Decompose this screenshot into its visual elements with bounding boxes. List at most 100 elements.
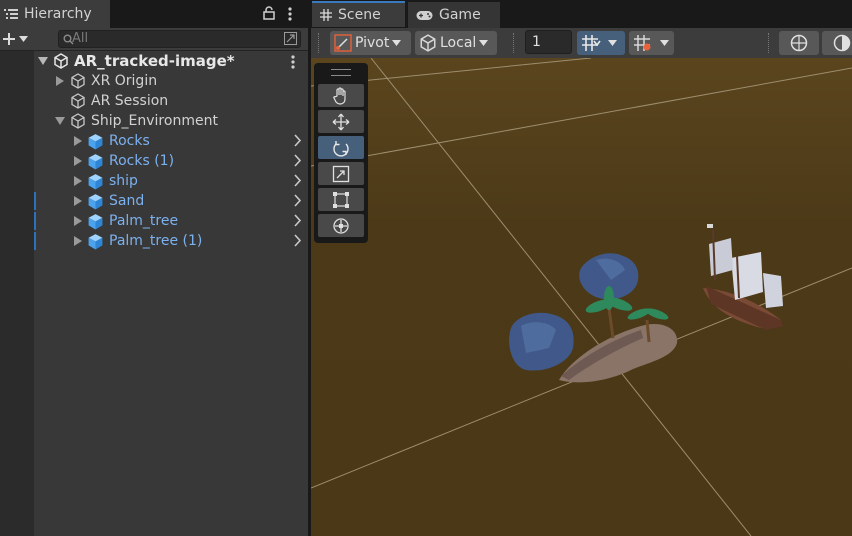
chevron-down-icon	[392, 40, 402, 46]
scale-tool[interactable]	[318, 162, 364, 185]
lock-icon[interactable]	[263, 6, 275, 20]
hierarchy-item-label: Ship_Environment	[91, 113, 218, 129]
tab-scene[interactable]: Scene	[312, 1, 405, 27]
shading-mode-button[interactable]	[822, 31, 852, 55]
expand-arrow-icon[interactable]	[55, 117, 65, 125]
hierarchy-item-label: Rocks	[109, 133, 150, 149]
scene-name: AR_tracked-image*	[74, 52, 235, 70]
list-icon	[4, 9, 18, 19]
gameobject-icon	[71, 93, 85, 109]
plus-icon	[3, 33, 15, 45]
prefab-icon	[88, 194, 103, 210]
transform-icon	[333, 217, 349, 234]
rect-tool[interactable]	[318, 188, 364, 211]
hierarchy-item-rocks-1[interactable]: Rocks (1)	[34, 151, 308, 171]
scene-viewport[interactable]	[311, 58, 852, 536]
chevron-down-icon	[608, 40, 617, 46]
scene-menu-icon[interactable]	[290, 54, 296, 70]
grid-size-value: 1	[532, 34, 541, 50]
grid-snap-icon	[582, 35, 601, 51]
chevron-right-icon[interactable]	[294, 214, 302, 227]
hierarchy-item-palm-tree-1[interactable]: Palm_tree (1)	[34, 231, 308, 251]
chevron-right-icon[interactable]	[294, 134, 302, 147]
grid-snap-toggle[interactable]	[577, 31, 625, 55]
chevron-right-icon[interactable]	[294, 174, 302, 187]
hierarchy-item-label: Sand	[109, 193, 145, 209]
tab-game[interactable]: Game	[408, 2, 500, 28]
prefab-icon	[88, 134, 103, 150]
hand-icon	[333, 86, 346, 105]
gameobject-icon	[71, 73, 85, 89]
search-input[interactable]: All	[58, 30, 301, 48]
hierarchy-item-label: Palm_tree (1)	[109, 233, 203, 249]
palette-drag-handle[interactable]	[331, 69, 351, 76]
tool-palette	[314, 63, 368, 243]
chevron-right-icon[interactable]	[294, 194, 302, 207]
sphere-icon	[790, 34, 808, 52]
scale-icon	[332, 165, 350, 182]
hierarchy-item-ship[interactable]: ship	[34, 171, 308, 191]
toolbar-grip	[513, 33, 516, 53]
hierarchy-item-palm-tree[interactable]: Palm_tree	[34, 211, 308, 231]
hierarchy-item-label: Palm_tree	[109, 213, 179, 229]
search-by-type-icon[interactable]	[284, 32, 297, 45]
hierarchy-item-rocks[interactable]: Rocks	[34, 131, 308, 151]
chevron-down-icon	[660, 40, 669, 46]
hierarchy-item-sand[interactable]: Sand	[34, 191, 308, 211]
tab-label: Game	[439, 7, 481, 23]
tab-label: Scene	[338, 7, 381, 23]
grid-icon	[320, 9, 332, 21]
hierarchy-item-ar-session[interactable]: AR Session	[34, 91, 308, 111]
hierarchy-item-label: AR Session	[91, 93, 169, 109]
shaded-sphere-icon	[833, 34, 851, 52]
hierarchy-item-xr-origin[interactable]: XR Origin	[34, 71, 308, 91]
pivot-dropdown[interactable]: Pivot	[330, 31, 411, 55]
gamepad-icon	[416, 10, 433, 20]
expand-arrow-icon[interactable]	[38, 57, 48, 65]
expand-arrow-icon[interactable]	[74, 156, 82, 166]
view-tool[interactable]	[318, 84, 364, 107]
transform-tool[interactable]	[318, 214, 364, 237]
draw-mode-button[interactable]	[779, 31, 819, 55]
local-dropdown[interactable]: Local	[415, 31, 497, 55]
expand-arrow-icon[interactable]	[56, 76, 64, 86]
scene-render[interactable]	[311, 58, 852, 536]
expand-arrow-icon[interactable]	[74, 176, 82, 186]
expand-arrow-icon[interactable]	[74, 196, 82, 206]
scene-root-row[interactable]: AR_tracked-image*	[34, 51, 308, 71]
unity-scene-icon	[54, 53, 68, 69]
prefab-icon	[88, 214, 103, 230]
chevron-right-icon[interactable]	[294, 234, 302, 247]
chevron-right-icon[interactable]	[294, 154, 302, 167]
increment-snap-toggle[interactable]	[629, 31, 674, 55]
hierarchy-tab[interactable]: Hierarchy	[0, 0, 110, 28]
prefab-icon	[88, 154, 103, 170]
rect-transform-icon	[333, 191, 349, 208]
search-placeholder: All	[72, 31, 89, 46]
chevron-down-icon	[479, 40, 489, 46]
hierarchy-item-label: ship	[109, 173, 138, 189]
hierarchy-item-label: XR Origin	[91, 73, 158, 89]
pivot-label: Pivot	[355, 35, 390, 51]
increment-snap-icon	[634, 35, 651, 51]
rotate-tool[interactable]	[318, 136, 364, 159]
toolbar-grip	[768, 33, 771, 53]
hierarchy-gutter	[0, 51, 34, 536]
grid-size-field[interactable]: 1	[525, 30, 572, 54]
prefab-icon	[88, 174, 103, 190]
hierarchy-item-ship-environment[interactable]: Ship_Environment	[34, 111, 308, 131]
more-options-icon[interactable]	[287, 6, 293, 22]
rotate-icon	[333, 140, 349, 157]
expand-arrow-icon[interactable]	[74, 216, 82, 226]
chevron-down-icon	[19, 36, 28, 42]
move-tool[interactable]	[318, 110, 364, 133]
gameobject-icon	[71, 113, 85, 129]
expand-arrow-icon[interactable]	[74, 136, 82, 146]
hierarchy-title: Hierarchy	[24, 6, 92, 22]
prefab-icon	[88, 234, 103, 250]
expand-arrow-icon[interactable]	[74, 236, 82, 246]
create-button[interactable]	[2, 30, 36, 48]
toolbar-grip	[318, 33, 321, 53]
hierarchy-item-label: Rocks (1)	[109, 153, 175, 169]
pivot-icon	[334, 34, 352, 52]
